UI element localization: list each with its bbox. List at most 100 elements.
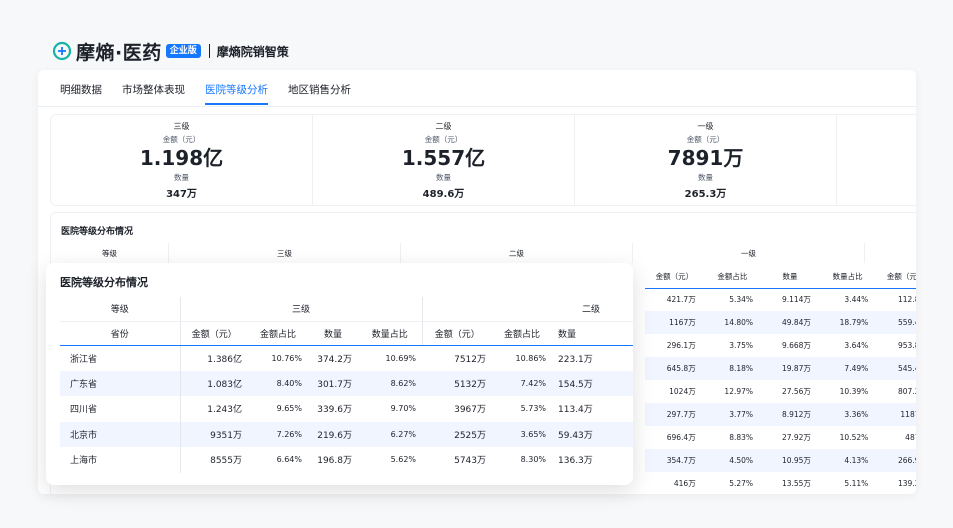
table-cell: 559.4万: [876, 311, 916, 334]
summary-amount: 1.198亿: [139, 146, 224, 170]
summary-amount: 1.557亿: [401, 146, 486, 170]
summary-tier3: 三级 金额（元） 1.198亿 数量 347万: [51, 115, 313, 205]
table-cell: 1187万: [876, 403, 916, 426]
summary-qty-label: 数量: [698, 173, 713, 182]
table-cell: 1167万: [645, 311, 704, 334]
table-cell: 9.70%: [390, 404, 417, 414]
table-cell: 19.87万: [761, 357, 819, 380]
table-cell: 8.18%: [703, 357, 762, 380]
summary-qty-label: 数量: [174, 173, 189, 182]
bg-col-header[interactable]: 金额（元）: [876, 265, 916, 289]
table-cell: 8.83%: [729, 433, 754, 442]
col-header-amount[interactable]: 金额（元）: [179, 321, 248, 346]
province-header[interactable]: 省份: [60, 321, 180, 346]
table-cell: 301.7万: [308, 370, 358, 396]
table-cell: 3.75%: [729, 341, 754, 350]
table-cell: 3.64%: [844, 341, 869, 350]
col-header-amount-share[interactable]: 金额占比: [248, 321, 308, 346]
table-cell: 8.30%: [520, 455, 547, 465]
table-cell: 8.62%: [358, 370, 423, 396]
table-cell: 12.97%: [724, 387, 754, 396]
table-cell: 136.3万: [558, 456, 593, 467]
province-cell: 北京市: [60, 421, 180, 447]
table-cell: 9.114万: [781, 295, 811, 305]
table-cell: 49.84万: [761, 311, 819, 334]
table-cell: 416万: [673, 479, 696, 488]
table-cell: 696.4万: [666, 433, 696, 442]
table-row: 354.7万4.50%10.95万4.13%266.9万: [645, 449, 916, 472]
level-header: 等级: [60, 297, 180, 322]
distribution-table: 等级 三级 二级 省份 金额（元） 金额占比 数量 数量占比 金额（元） 金额占…: [60, 297, 633, 473]
tab-detail-data[interactable]: 明细数据: [60, 82, 102, 105]
col-header-qty[interactable]: 数量: [308, 321, 358, 346]
table-cell: 5.34%: [729, 295, 754, 305]
table-cell: 10.52%: [839, 433, 869, 442]
bg-col-header[interactable]: 数量占比: [818, 265, 877, 289]
table-cell: 9.668万: [781, 341, 811, 350]
card-title: 医院等级分布情况: [60, 276, 148, 289]
col-header-amount-share[interactable]: 金额占比: [492, 321, 553, 346]
table-cell: 9.65%: [276, 404, 302, 414]
enterprise-badge: 企业版: [165, 43, 201, 59]
tab-regional-sales[interactable]: 地区销售分析: [288, 82, 351, 105]
col-header-qty-share[interactable]: 数量占比: [358, 321, 423, 346]
table-row: 297.7万3.77%8.912万3.36%1187万: [645, 403, 916, 426]
summary-amount: 7891万: [667, 146, 744, 170]
group-header-row: 等级 三级 二级: [60, 297, 633, 322]
col-header-amount[interactable]: 金额（元）: [421, 321, 493, 346]
tab-market-overview[interactable]: 市场整体表现: [122, 82, 185, 105]
summary-tier2: 二级 金额（元） 1.557亿 数量 489.6万: [313, 115, 575, 205]
table-cell: 545.4万: [876, 357, 916, 380]
group-header-tier2: 二级: [421, 297, 633, 322]
table-cell: 339.6万: [317, 405, 352, 416]
table-cell: 8555万: [179, 447, 248, 473]
table-cell: 3967万: [454, 405, 487, 416]
table-cell: 223.1万: [558, 354, 593, 365]
summary-qty: 489.6万: [422, 189, 465, 200]
table-cell: 7.26%: [248, 421, 308, 447]
table-cell: 7.49%: [818, 357, 877, 380]
table-cell: 297.7万: [645, 403, 704, 426]
table-cell: 196.8万: [317, 456, 352, 467]
table-row: 1024万 12.97% 27.56万 10.39% 807.2万: [645, 380, 916, 403]
table-cell: 354.7万: [645, 449, 704, 472]
table-row: 645.8万8.18%19.87万7.49%545.4万: [645, 357, 916, 380]
table-cell: 10.76%: [271, 353, 302, 363]
app-header: 摩熵·医药 企业版 摩熵院销智策: [52, 40, 289, 64]
table-cell: 5.11%: [844, 479, 869, 488]
bg-col-header[interactable]: 数量: [761, 265, 819, 289]
table-row: 广东省 1.083亿 8.40% 301.7万 8.62% 5132万 7.42…: [60, 370, 633, 396]
product-subtitle: 摩熵院销智策: [216, 44, 289, 59]
col-header-qty[interactable]: 数量: [552, 321, 633, 346]
section-title: 医院等级分布情况: [61, 227, 134, 237]
table-row: 296.1万 3.75% 9.668万 3.64% 953.8万: [645, 334, 916, 357]
bg-header-row: 金额（元） 金额占比 数量 数量占比 金额（元）: [645, 265, 916, 289]
summary-empty: [837, 115, 916, 205]
summary-level: 二级: [435, 122, 452, 131]
table-cell: 3.77%: [703, 403, 762, 426]
table-cell: 5743万: [454, 456, 487, 467]
table-cell: 154.5万: [552, 370, 633, 396]
bg-col-header[interactable]: 金额占比: [703, 265, 762, 289]
table-cell: 374.2万: [317, 354, 352, 365]
table-cell: 421.7万: [666, 295, 696, 305]
summary-amount-label: 金额（元）: [162, 135, 201, 144]
summary-qty: 265.3万: [684, 189, 727, 200]
bg-col-header[interactable]: 金额（元）: [645, 265, 704, 289]
table-cell: 27.92万: [781, 433, 811, 442]
table-cell: 8.40%: [248, 370, 308, 396]
bg-data-table: 金额（元） 金额占比 数量 数量占比 金额（元） 421.7万 5.34% 9.11…: [645, 265, 916, 494]
table-row: 421.7万 5.34% 9.114万 3.44% 112.8万: [645, 288, 916, 311]
header-divider: [208, 44, 210, 58]
table-cell: 13.55万: [781, 479, 811, 488]
table-cell: 9351万: [179, 421, 248, 447]
table-row: 696.4万 8.83% 27.92万 10.52% 487万: [645, 426, 916, 449]
table-cell: 5132万: [422, 370, 493, 396]
tab-hospital-level[interactable]: 医院等级分析: [205, 82, 268, 105]
tab-bar: 明细数据 市场整体表现 医院等级分析 地区销售分析: [60, 82, 351, 105]
table-cell: 1.386亿: [179, 345, 248, 371]
tab-divider: [38, 106, 916, 107]
table-cell: 6.27%: [358, 421, 423, 447]
table-cell: 219.6万: [308, 421, 358, 447]
table-cell: 10.86%: [515, 353, 547, 363]
